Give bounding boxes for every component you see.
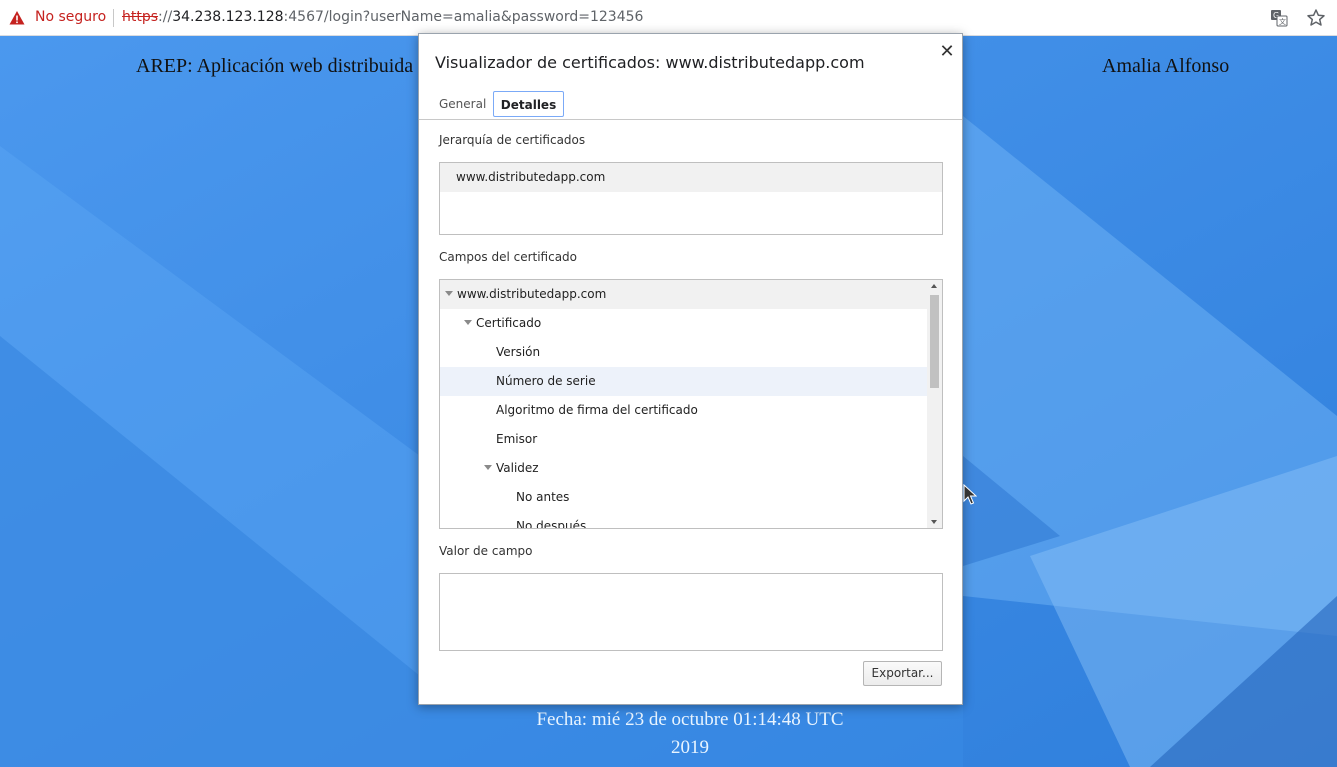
page-date-line2: 2019	[671, 737, 709, 758]
tree-item-root[interactable]: www.distributedapp.com	[440, 280, 927, 309]
tree-item-label: www.distributedapp.com	[457, 287, 607, 301]
value-label: Valor de campo	[439, 544, 533, 558]
url-path: :4567/login?userName=amalia&password=123…	[283, 9, 644, 25]
warning-icon[interactable]	[9, 10, 25, 26]
hierarchy-label: Jerarquía de certificados	[439, 133, 586, 147]
page-date-line1: Fecha: mié 23 de octubre 01:14:48 UTC	[536, 709, 844, 730]
tree-item-label: Número de serie	[496, 374, 596, 388]
tree-item-validez[interactable]: Validez	[440, 454, 927, 483]
page-date: Fecha: mié 23 de octubre 01:14:48 UTC 20…	[520, 706, 860, 762]
svg-text:文: 文	[1279, 17, 1286, 26]
tree-item-label: Algoritmo de firma del certificado	[496, 403, 698, 417]
hierarchy-list[interactable]: www.distributedapp.com	[439, 162, 943, 235]
tree-item-label: Certificado	[476, 316, 542, 330]
star-icon[interactable]	[1306, 8, 1326, 28]
tab-detalles[interactable]: Detalles	[493, 91, 564, 117]
url-text[interactable]: https://34.238.123.128:4567/login?userNa…	[122, 9, 643, 25]
tree-item-label: Versión	[496, 345, 541, 359]
tree-item-no-despues[interactable]: No después	[440, 512, 927, 529]
tab-general[interactable]: General	[429, 91, 496, 117]
tree-item-certificado[interactable]: Certificado	[440, 309, 927, 338]
expand-triangle-icon[interactable]	[464, 320, 472, 325]
tab-bar: General Detalles	[419, 90, 962, 120]
tree-item-algoritmo[interactable]: Algoritmo de firma del certificado	[440, 396, 927, 425]
address-separator	[113, 9, 114, 27]
tree-item-label: Validez	[496, 461, 539, 475]
dialog-title: Visualizador de certificados: www.distri…	[435, 53, 865, 72]
export-button[interactable]: Exportar...	[863, 661, 942, 686]
tree-item-label: No después	[516, 519, 587, 529]
page-title: AREP: Aplicación web distribuida	[136, 55, 414, 77]
mouse-cursor-icon	[963, 484, 977, 505]
address-bar[interactable]: No seguro https://34.238.123.128:4567/lo…	[0, 0, 1337, 36]
fields-label: Campos del certificado	[439, 250, 578, 264]
security-label[interactable]: No seguro	[35, 9, 106, 25]
translate-icon[interactable]: G 文	[1270, 9, 1288, 27]
tree-item-numero-serie[interactable]: Número de serie	[440, 367, 927, 396]
certificate-viewer-dialog: Visualizador de certificados: www.distri…	[418, 33, 963, 705]
expand-triangle-icon[interactable]	[445, 291, 453, 296]
tree-item-no-antes[interactable]: No antes	[440, 483, 927, 512]
tree-item-label: Emisor	[496, 432, 538, 446]
url-scheme: https	[122, 9, 159, 25]
expand-triangle-icon[interactable]	[484, 465, 492, 470]
hierarchy-item[interactable]: www.distributedapp.com	[440, 163, 942, 192]
fields-tree[interactable]: www.distributedapp.com Certificado Versi…	[439, 279, 943, 529]
scroll-down-arrow-icon[interactable]	[931, 520, 937, 524]
scroll-up-arrow-icon[interactable]	[931, 284, 937, 288]
close-icon[interactable]: ✕	[937, 42, 957, 62]
value-field[interactable]	[439, 573, 943, 651]
url-host: 34.238.123.128	[172, 9, 284, 25]
tree-item-emisor[interactable]: Emisor	[440, 425, 927, 454]
tree-item-label: No antes	[516, 490, 570, 504]
tree-item-version[interactable]: Versión	[440, 338, 927, 367]
page-author: Amalia Alfonso	[1102, 55, 1230, 77]
tree-scrollbar[interactable]	[927, 280, 942, 528]
url-scheme-separator: ://	[158, 9, 173, 25]
scroll-thumb[interactable]	[930, 295, 939, 388]
